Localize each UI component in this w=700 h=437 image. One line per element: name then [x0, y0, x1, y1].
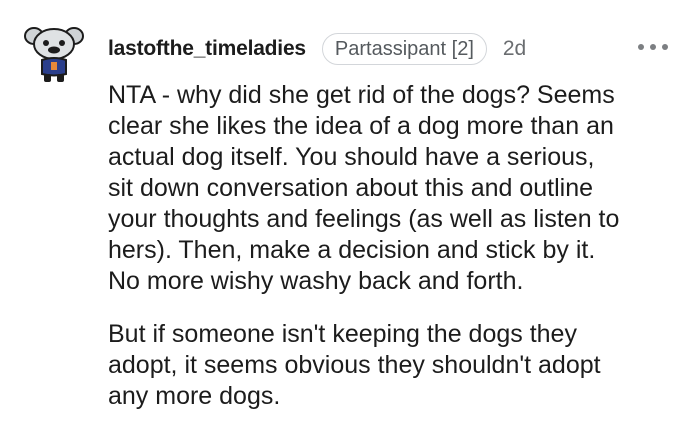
comment-header: lastofthe_timeladies Partassipant [2] 2d — [108, 33, 526, 65]
comment-paragraph: But if someone isn't keeping the dogs th… — [108, 320, 601, 410]
comment-card: lastofthe_timeladies Partassipant [2] 2d… — [0, 0, 700, 437]
more-options-icon — [650, 44, 656, 50]
snoo-avatar-icon — [24, 27, 84, 82]
more-options-icon — [662, 44, 668, 50]
comment-paragraph: NTA - why did she get rid of the dogs? S… — [108, 81, 620, 295]
user-avatar[interactable] — [22, 22, 86, 86]
comment-age: 2d — [502, 37, 527, 60]
user-flair-badge: Partassipant [2] — [321, 33, 487, 65]
comment-body: NTA - why did she get rid of the dogs? S… — [108, 80, 696, 412]
more-options-button[interactable] — [638, 40, 668, 54]
more-options-icon — [638, 44, 644, 50]
username-link[interactable]: lastofthe_timeladies — [108, 37, 306, 61]
